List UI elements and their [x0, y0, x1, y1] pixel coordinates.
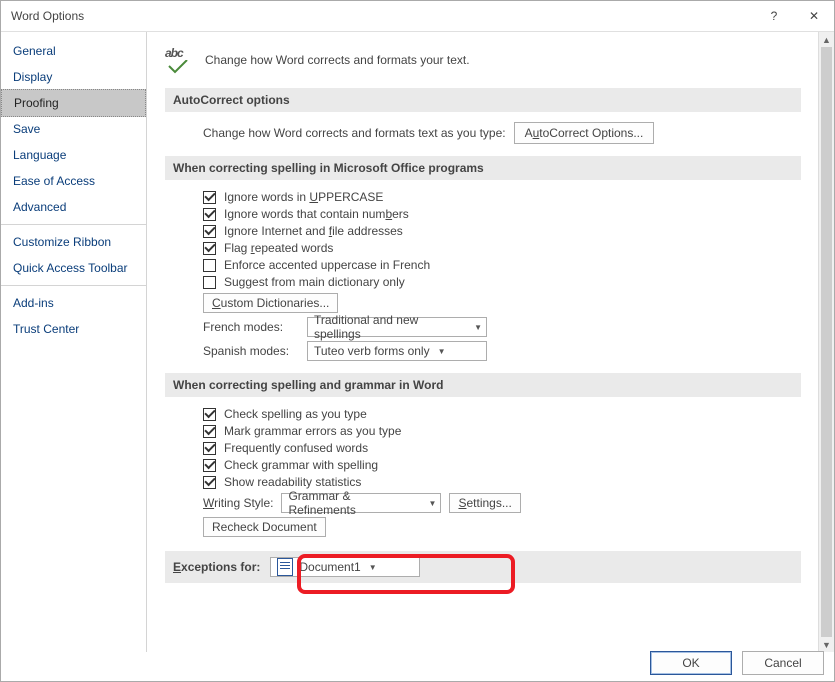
chevron-down-icon: ▼ [438, 347, 446, 356]
intro-text: Change how Word corrects and formats you… [205, 53, 470, 67]
section-word-spelling-header: When correcting spelling and grammar in … [165, 373, 801, 397]
checkbox-label: Enforce accented uppercase in French [224, 258, 430, 272]
office-check-row: Flag repeated words [165, 241, 801, 255]
word-check-row: Mark grammar errors as you type [165, 424, 801, 438]
word-check-row: Check grammar with spelling [165, 458, 801, 472]
french-modes-row: French modes: Traditional and new spelli… [165, 317, 801, 337]
checkbox[interactable] [203, 425, 216, 438]
checkbox[interactable] [203, 476, 216, 489]
checkbox[interactable] [203, 208, 216, 221]
office-check-row: Suggest from main dictionary only [165, 275, 801, 289]
sidebar-item-language[interactable]: Language [1, 142, 146, 168]
sidebar-item-ease-of-access[interactable]: Ease of Access [1, 168, 146, 194]
checkbox[interactable] [203, 191, 216, 204]
office-check-row: Enforce accented uppercase in French [165, 258, 801, 272]
checkbox-label: Frequently confused words [224, 441, 368, 455]
chevron-down-icon: ▼ [429, 499, 437, 508]
checkbox-label: Ignore words that contain numbers [224, 207, 409, 221]
checkbox[interactable] [203, 259, 216, 272]
cancel-button[interactable]: Cancel [742, 651, 824, 675]
dialog-footer: OK Cancel [650, 651, 824, 675]
section-office-spelling-header: When correcting spelling in Microsoft Of… [165, 156, 801, 180]
office-check-row: Ignore Internet and file addresses [165, 224, 801, 238]
checkbox[interactable] [203, 408, 216, 421]
recheck-document-button[interactable]: Recheck Document [203, 517, 326, 537]
checkbox-label: Ignore words in UPPERCASE [224, 190, 383, 204]
checkbox[interactable] [203, 442, 216, 455]
scroll-up-arrow-icon[interactable]: ▲ [819, 32, 834, 47]
sidebar-item-display[interactable]: Display [1, 64, 146, 90]
french-modes-select[interactable]: Traditional and new spellings▼ [307, 317, 487, 337]
section-autocorrect-header: AutoCorrect options [165, 88, 801, 112]
autocorrect-desc: Change how Word corrects and formats tex… [203, 126, 506, 140]
checkbox-label: Suggest from main dictionary only [224, 275, 405, 289]
spanish-modes-label: Spanish modes: [203, 344, 297, 358]
sidebar-item-trust-center[interactable]: Trust Center [1, 316, 146, 342]
sidebar-separator [1, 224, 146, 225]
chevron-down-icon: ▼ [474, 323, 482, 332]
ok-button[interactable]: OK [650, 651, 732, 675]
sidebar-item-customize-ribbon[interactable]: Customize Ribbon [1, 229, 146, 255]
checkbox-label: Ignore Internet and file addresses [224, 224, 403, 238]
word-doc-icon [277, 558, 293, 576]
writing-style-label: Writing Style: [203, 496, 273, 510]
scroll-down-arrow-icon[interactable]: ▼ [819, 637, 834, 652]
word-check-row: Show readability statistics [165, 475, 801, 489]
autocorrect-options-button[interactable]: AutoCorrect Options... [514, 122, 655, 144]
sidebar-item-advanced[interactable]: Advanced [1, 194, 146, 220]
exceptions-label: Exceptions for: [173, 560, 260, 574]
checkbox-label: Check grammar with spelling [224, 458, 378, 472]
category-sidebar: General Display Proofing Save Language E… [1, 32, 147, 652]
checkbox-label: Show readability statistics [224, 475, 361, 489]
sidebar-item-general[interactable]: General [1, 38, 146, 64]
checkbox[interactable] [203, 225, 216, 238]
custom-dictionaries-button[interactable]: Custom Dictionaries... [203, 293, 338, 313]
spanish-modes-row: Spanish modes: Tuteo verb forms only▼ [165, 341, 801, 361]
proofing-abc-icon: abc [165, 46, 193, 74]
french-modes-label: French modes: [203, 320, 297, 334]
sidebar-item-save[interactable]: Save [1, 116, 146, 142]
word-check-row: Check spelling as you type [165, 407, 801, 421]
sidebar-separator [1, 285, 146, 286]
checkbox-label: Mark grammar errors as you type [224, 424, 401, 438]
settings-button[interactable]: Settings... [449, 493, 520, 513]
sidebar-item-quick-access-toolbar[interactable]: Quick Access Toolbar [1, 255, 146, 281]
help-button[interactable]: ? [754, 1, 794, 31]
scrollbar-thumb[interactable] [821, 47, 832, 637]
intro-row: abc Change how Word corrects and formats… [165, 46, 801, 74]
close-button[interactable]: ✕ [794, 1, 834, 31]
exceptions-for-select[interactable]: Document1 ▼ [270, 557, 420, 577]
checkbox[interactable] [203, 459, 216, 472]
vertical-scrollbar[interactable]: ▲ ▼ [818, 32, 834, 652]
sidebar-item-proofing[interactable]: Proofing [1, 89, 146, 117]
word-check-row: Frequently confused words [165, 441, 801, 455]
scroll-content: abc Change how Word corrects and formats… [147, 32, 819, 652]
office-check-row: Ignore words that contain numbers [165, 207, 801, 221]
checkbox-label: Check spelling as you type [224, 407, 367, 421]
office-check-row: Ignore words in UPPERCASE [165, 190, 801, 204]
checkbox[interactable] [203, 276, 216, 289]
window-title: Word Options [11, 9, 754, 23]
checkbox-label: Flag repeated words [224, 241, 333, 255]
chevron-down-icon: ▼ [369, 563, 377, 572]
title-bar: Word Options ? ✕ [1, 1, 834, 32]
exceptions-for-row: Exceptions for: Document1 ▼ [165, 551, 801, 583]
checkbox[interactable] [203, 242, 216, 255]
word-options-dialog: Word Options ? ✕ General Display Proofin… [0, 0, 835, 682]
autocorrect-row: Change how Word corrects and formats tex… [165, 122, 801, 144]
writing-style-select[interactable]: Grammar & Refinements▼ [281, 493, 441, 513]
spanish-modes-select[interactable]: Tuteo verb forms only▼ [307, 341, 487, 361]
sidebar-item-add-ins[interactable]: Add-ins [1, 290, 146, 316]
main-panel: abc Change how Word corrects and formats… [147, 32, 834, 652]
dialog-body: General Display Proofing Save Language E… [1, 32, 834, 652]
writing-style-row: Writing Style: Grammar & Refinements▼ Se… [165, 493, 801, 513]
